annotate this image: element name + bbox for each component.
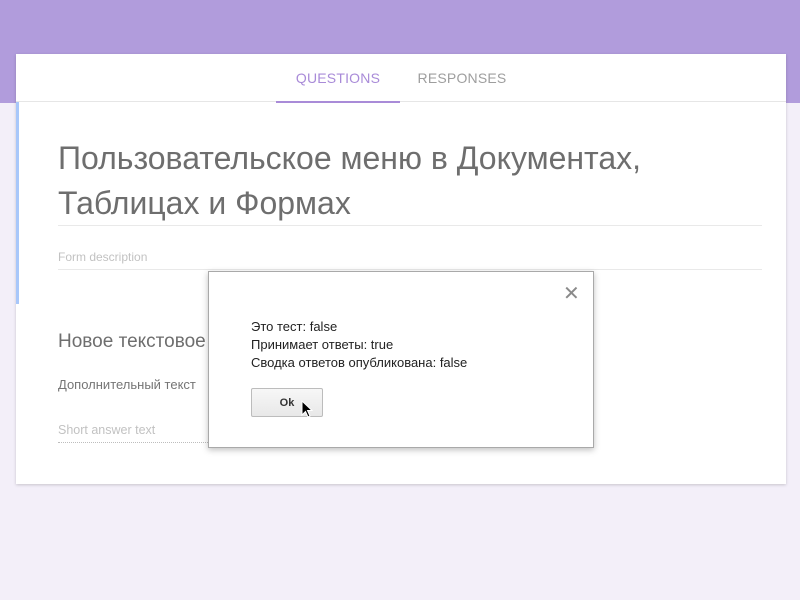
section-accent-bar bbox=[16, 102, 19, 304]
form-title-line-2: Таблицах и Формах bbox=[58, 185, 351, 221]
form-title-line-1: Пользовательское меню в Документах, bbox=[58, 140, 642, 176]
close-icon[interactable]: ✕ bbox=[563, 284, 580, 304]
mouse-cursor-icon bbox=[301, 400, 313, 418]
title-underline bbox=[58, 225, 762, 226]
question-help-text: Дополнительный текст bbox=[58, 377, 196, 392]
dialog-line-is-quiz: Это тест: false bbox=[251, 319, 338, 334]
alert-dialog: ✕ Это тест: false Принимает ответы: true… bbox=[208, 271, 594, 448]
dialog-line-summary-published: Сводка ответов опубликована: false bbox=[251, 355, 468, 370]
form-title[interactable]: Пользовательское меню в Документах, Табл… bbox=[58, 136, 758, 226]
tab-questions[interactable]: QUESTIONS bbox=[276, 54, 400, 103]
description-underline bbox=[58, 269, 762, 270]
tab-responses[interactable]: RESPONSES bbox=[408, 54, 516, 102]
tab-bar: QUESTIONS RESPONSES bbox=[16, 54, 786, 103]
dialog-line-accepting-responses: Принимает ответы: true bbox=[251, 337, 394, 352]
form-description-field[interactable]: Form description bbox=[58, 250, 147, 264]
